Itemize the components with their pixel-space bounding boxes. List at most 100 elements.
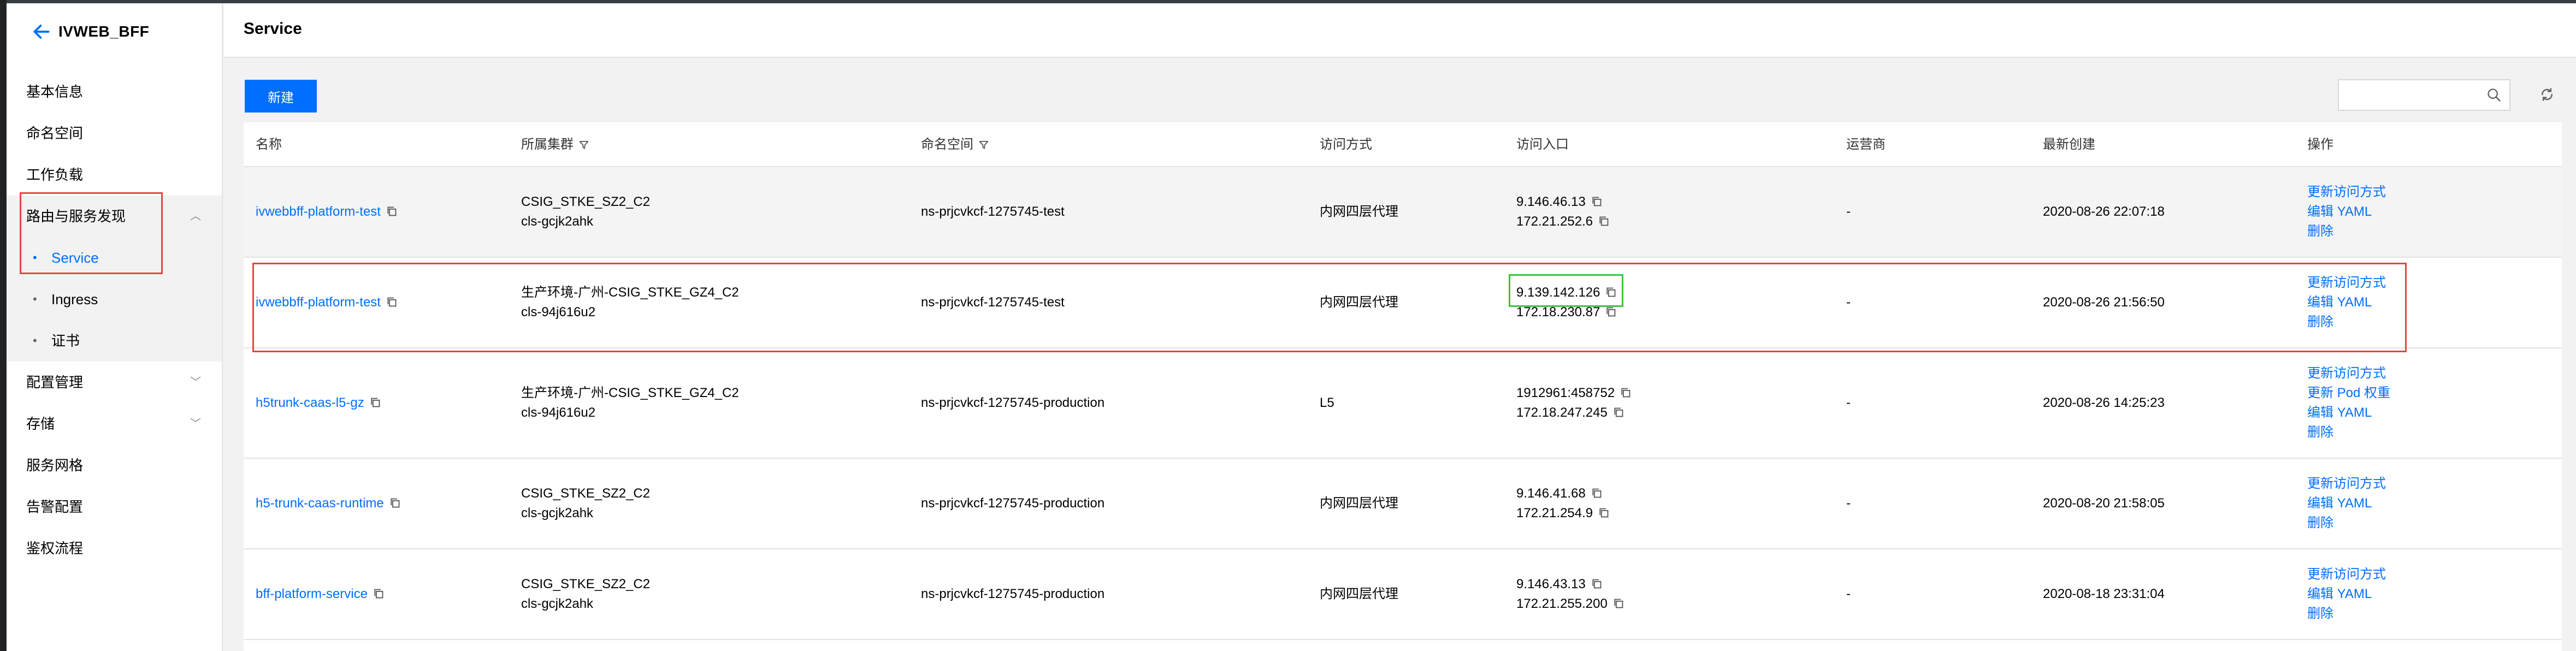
- new-button[interactable]: 新建: [245, 80, 317, 113]
- cluster-name: CSIG_STKE_SZ2_C2: [521, 486, 651, 501]
- copy-icon[interactable]: [1605, 286, 1616, 298]
- cluster-name: CSIG_STKE_SZ2_C2: [521, 194, 651, 209]
- copy-icon[interactable]: [1613, 597, 1624, 609]
- sidebar-item-label: 基本信息: [26, 84, 84, 100]
- namespace-value: ns-prjcvkcf-1275745-production: [921, 496, 1105, 511]
- column-header-label: 命名空间: [921, 137, 973, 152]
- provider-value: -: [1846, 395, 1851, 410]
- table-header: 名称 所属集群 命名空间 访问方式 访问入口 运营商 最新创建 操作: [244, 122, 2562, 167]
- column-header-name: 名称: [256, 137, 282, 152]
- access-type: 内网四层代理: [1320, 587, 1398, 601]
- update-access-link[interactable]: 更新访问方式: [2307, 474, 2386, 494]
- bullet-icon: •: [33, 334, 37, 347]
- copy-icon[interactable]: [370, 396, 381, 409]
- sidebar-item-label: 鉴权流程: [26, 540, 84, 557]
- bullet-icon: •: [33, 251, 37, 264]
- provider-value: -: [1846, 496, 1851, 511]
- copy-icon[interactable]: [1598, 507, 1609, 519]
- search-input[interactable]: [2339, 80, 2481, 110]
- service-name-link[interactable]: h5-trunk-caas-runtime: [256, 496, 384, 511]
- copy-icon[interactable]: [373, 588, 384, 600]
- bullet-icon: •: [33, 292, 37, 306]
- service-name-link[interactable]: ivwebbff-platform-test: [256, 204, 381, 219]
- cluster-name: 生产环境-广州-CSIG_STKE_GZ4_C2: [521, 386, 739, 400]
- service-name-link[interactable]: bff-platform-service: [256, 587, 368, 601]
- sidebar-item-config[interactable]: 配置管理 ﹀: [7, 362, 222, 403]
- sidebar-item-label: 告警配置: [26, 499, 84, 515]
- created-time: 2020-08-26 14:25:23: [2043, 395, 2165, 410]
- edit-yaml-link[interactable]: 编辑 YAML: [2307, 403, 2372, 423]
- copy-icon[interactable]: [1591, 578, 1602, 590]
- update-pod-weight-link[interactable]: 更新 Pod 权重: [2307, 383, 2390, 403]
- filter-icon[interactable]: [979, 140, 989, 150]
- namespace-value: ns-prjcvkcf-1275745-test: [921, 295, 1065, 310]
- access-type: 内网四层代理: [1320, 295, 1398, 310]
- copy-icon[interactable]: [386, 296, 397, 308]
- entry-address: 9.146.46.13: [1516, 194, 1586, 209]
- delete-link[interactable]: 删除: [2307, 423, 2333, 442]
- column-header-provider: 运营商: [1846, 137, 1886, 152]
- sidebar-item-basic-info[interactable]: 基本信息: [7, 71, 222, 113]
- update-access-link[interactable]: 更新访问方式: [2307, 364, 2386, 383]
- edit-yaml-link[interactable]: 编辑 YAML: [2307, 293, 2372, 312]
- cluster-name: CSIG_STKE_SZ2_C2: [521, 577, 651, 591]
- sidebar-item-certificate[interactable]: • 证书: [7, 320, 222, 362]
- copy-icon[interactable]: [1613, 406, 1624, 418]
- edit-yaml-link[interactable]: 编辑 YAML: [2307, 584, 2372, 604]
- access-type: 内网四层代理: [1320, 496, 1398, 511]
- back-arrow-icon[interactable]: [31, 21, 52, 42]
- copy-icon[interactable]: [386, 205, 397, 217]
- sidebar-item-auth[interactable]: 鉴权流程: [7, 528, 222, 569]
- sidebar-item-label: Ingress: [51, 291, 98, 307]
- sidebar-item-workload[interactable]: 工作负载: [7, 154, 222, 196]
- sidebar-item-service[interactable]: • Service: [7, 237, 222, 279]
- column-header-actions: 操作: [2307, 137, 2333, 152]
- copy-icon[interactable]: [1591, 196, 1602, 208]
- delete-link[interactable]: 删除: [2307, 222, 2333, 241]
- edit-yaml-link[interactable]: 编辑 YAML: [2307, 494, 2372, 513]
- created-time: 2020-08-26 22:07:18: [2043, 204, 2165, 219]
- sidebar-item-ingress[interactable]: • Ingress: [7, 279, 222, 320]
- sidebar-item-routing[interactable]: 路由与服务发现 ︿: [7, 196, 222, 237]
- copy-icon[interactable]: [1605, 306, 1616, 318]
- sidebar-item-alarm[interactable]: 告警配置: [7, 486, 222, 528]
- delete-link[interactable]: 删除: [2307, 312, 2333, 332]
- column-header-namespace[interactable]: 命名空间: [921, 122, 989, 167]
- update-access-link[interactable]: 更新访问方式: [2307, 182, 2386, 202]
- sidebar-item-service-mesh[interactable]: 服务网格: [7, 445, 222, 486]
- entry-address: 9.139.142.126: [1516, 285, 1600, 300]
- copy-icon[interactable]: [1620, 387, 1631, 399]
- entry-address: 172.18.247.245: [1516, 405, 1608, 420]
- entry-address: 1912961:458752: [1516, 386, 1615, 400]
- cluster-id: cls-94j616u2: [521, 305, 596, 319]
- sidebar-item-storage[interactable]: 存储 ﹀: [7, 403, 222, 445]
- entry-address: 9.146.43.13: [1516, 577, 1586, 591]
- entry-address: 9.146.41.68: [1516, 486, 1586, 501]
- sidebar-item-namespace[interactable]: 命名空间: [7, 113, 222, 154]
- sidebar-header: IVWEB_BFF: [7, 3, 222, 60]
- update-access-link[interactable]: 更新访问方式: [2307, 273, 2386, 293]
- filter-icon[interactable]: [579, 140, 589, 150]
- delete-link[interactable]: 删除: [2307, 604, 2333, 624]
- refresh-icon[interactable]: [2539, 86, 2555, 103]
- entry-address: 172.18.230.87: [1516, 305, 1600, 319]
- chevron-down-icon: ﹀: [190, 376, 201, 388]
- copy-icon[interactable]: [1591, 487, 1602, 499]
- chevron-down-icon: ﹀: [190, 418, 201, 430]
- column-header-cluster[interactable]: 所属集群: [521, 122, 589, 167]
- cluster-id: cls-gcjk2ahk: [521, 596, 594, 611]
- copy-icon[interactable]: [1598, 215, 1609, 227]
- update-access-link[interactable]: 更新访问方式: [2307, 565, 2386, 584]
- sidebar-item-label: 证书: [51, 333, 80, 349]
- app-title: IVWEB_BFF: [58, 23, 150, 40]
- search-icon[interactable]: [2486, 87, 2502, 103]
- table-row: h5trunk-caas-l5-gz 生产环境-广州-CSIG_STKE_GZ4…: [244, 348, 2562, 459]
- service-name-link[interactable]: ivwebbff-platform-test: [256, 295, 381, 310]
- copy-icon[interactable]: [389, 497, 400, 509]
- search-box: [2338, 79, 2510, 111]
- service-name-link[interactable]: h5trunk-caas-l5-gz: [256, 395, 364, 410]
- delete-link[interactable]: 删除: [2307, 513, 2333, 533]
- sidebar-nav: 基本信息 命名空间 工作负载 路由与服务发现 ︿ • Service • Ing…: [7, 71, 222, 569]
- namespace-value: ns-prjcvkcf-1275745-production: [921, 395, 1105, 410]
- edit-yaml-link[interactable]: 编辑 YAML: [2307, 202, 2372, 222]
